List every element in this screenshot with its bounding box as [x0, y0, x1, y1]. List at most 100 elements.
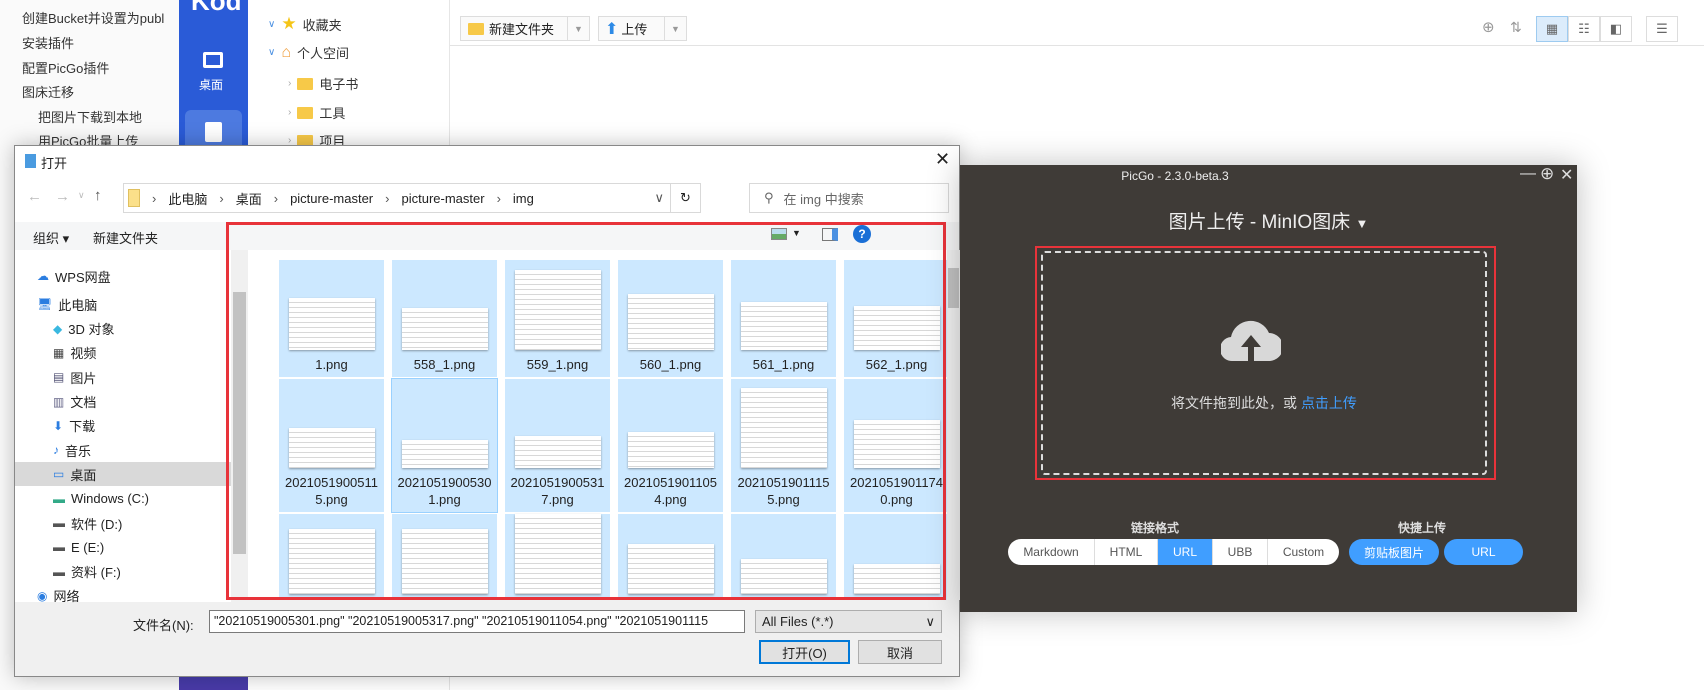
nav-item[interactable]: ▬ 软件 (D:): [53, 511, 122, 535]
sidebar-desktop-label[interactable]: 桌面: [199, 76, 223, 93]
nav-item[interactable]: ▬ E (E:): [53, 535, 104, 559]
view-options-icon[interactable]: [771, 228, 787, 240]
new-folder-button[interactable]: 新建文件夹 ▼: [460, 16, 590, 41]
nav-label: 网络: [53, 589, 80, 605]
minimize-icon[interactable]: —: [1520, 165, 1536, 183]
upload-button[interactable]: ⬆ 上传 ▼: [598, 16, 687, 41]
list-view-icon[interactable]: ☷: [1568, 16, 1600, 42]
nav-item[interactable]: ☁ WPS网盘: [37, 264, 111, 288]
preview-pane-icon[interactable]: [822, 228, 838, 241]
nav-item[interactable]: ▤ 图片: [53, 365, 96, 389]
address-bar[interactable]: › 此电脑 › 桌面 › picture-master › picture-master…: [123, 183, 701, 213]
back-icon[interactable]: ←: [27, 188, 42, 205]
file-tile[interactable]: 20210519011740.png: [844, 379, 947, 512]
nav-item[interactable]: ▭ 桌面: [15, 462, 231, 487]
up-icon[interactable]: ↑: [94, 187, 102, 204]
file-tile[interactable]: 20210519005301.png: [391, 378, 498, 513]
view-dropdown-icon[interactable]: ▼: [792, 228, 801, 238]
nav-label: 此电脑: [58, 297, 98, 313]
nav-item[interactable]: ▥ 文档: [53, 390, 96, 414]
organize-menu[interactable]: 组织 ▾: [33, 228, 69, 247]
outline-item[interactable]: 创建Bucket并设置为publ: [22, 8, 164, 27]
nav-item[interactable]: ▬ Windows (C:): [53, 487, 149, 511]
file-tile[interactable]: 558_1.png: [392, 260, 497, 377]
caret-down-icon: ▼: [1355, 216, 1369, 231]
grid-scrollbar[interactable]: [947, 250, 960, 600]
file-tile[interactable]: [731, 514, 836, 600]
close-icon[interactable]: ✕: [935, 149, 950, 170]
desktop-icon[interactable]: [203, 52, 223, 68]
nav-item[interactable]: ◆ 3D 对象: [53, 317, 114, 341]
file-type-value: All Files (*.*): [762, 614, 834, 629]
file-tile[interactable]: 562_1.png: [844, 260, 947, 377]
dropdown-arrow-icon[interactable]: ▼: [664, 17, 686, 40]
recent-dropdown-icon[interactable]: ∨: [78, 190, 85, 201]
file-tile[interactable]: [618, 514, 723, 600]
breadcrumb-item[interactable]: picture-master: [401, 191, 484, 206]
nav-item[interactable]: ⬇ 下载: [53, 414, 95, 438]
file-tile[interactable]: 20210519005317.png: [505, 379, 610, 512]
dropdown-arrow-icon[interactable]: ▼: [567, 17, 589, 40]
nav-item[interactable]: ▦ 视频: [53, 341, 96, 365]
file-type-select[interactable]: All Files (*.*) ∨: [755, 610, 942, 633]
outline-item[interactable]: 安装插件: [22, 33, 74, 52]
file-tile[interactable]: [505, 514, 610, 600]
grid-view-icon[interactable]: ▦: [1536, 16, 1568, 42]
split-view-icon[interactable]: ◧: [1600, 16, 1632, 42]
url-upload-button[interactable]: URL: [1444, 539, 1523, 565]
grid-scrollbar-thumb[interactable]: [948, 268, 959, 308]
new-folder-button[interactable]: 新建文件夹: [93, 228, 158, 247]
file-tile[interactable]: 20210519005115.png: [279, 379, 384, 512]
address-dropdown-icon[interactable]: ∨: [654, 190, 664, 206]
nav-scrollbar-thumb[interactable]: [233, 292, 246, 554]
file-tile[interactable]: 20210519011054.png: [618, 379, 723, 512]
file-tile[interactable]: [392, 514, 497, 600]
pin-icon[interactable]: ⊕: [1540, 164, 1554, 184]
sort-icon[interactable]: ⇅: [1510, 19, 1522, 36]
outline-item[interactable]: 配置PicGo插件: [22, 58, 109, 77]
breadcrumb-item[interactable]: img: [513, 191, 534, 206]
nav-item[interactable]: ◉ 网络: [37, 584, 80, 608]
forward-icon[interactable]: →: [55, 188, 70, 205]
clipboard-upload-button[interactable]: 剪贴板图片: [1349, 539, 1439, 565]
format-markdown[interactable]: Markdown: [1008, 539, 1095, 565]
file-tile[interactable]: 20210519011155.png: [731, 379, 836, 512]
breadcrumb-item[interactable]: picture-master: [290, 191, 373, 206]
outline-item[interactable]: 把图片下载到本地: [38, 107, 142, 126]
nav-item[interactable]: 🖥 此电脑: [37, 292, 97, 316]
breadcrumb-item[interactable]: 桌面: [236, 189, 262, 208]
cancel-button[interactable]: 取消: [858, 640, 942, 664]
file-tile[interactable]: [844, 514, 947, 600]
format-custom[interactable]: Custom: [1268, 539, 1339, 565]
tree-item-tools[interactable]: › 工具: [288, 103, 345, 122]
outline-item[interactable]: 图床迁移: [22, 82, 74, 101]
tree-label: 电子书: [319, 77, 359, 92]
format-html[interactable]: HTML: [1095, 539, 1158, 565]
file-tile[interactable]: 560_1.png: [618, 260, 723, 377]
tree-item-ebooks[interactable]: › 电子书: [288, 74, 358, 93]
tree-item-personal[interactable]: ∨ ⌂ 个人空间: [268, 43, 349, 62]
file-tile[interactable]: [279, 514, 384, 600]
help-icon[interactable]: ?: [853, 225, 871, 243]
tree-item-favorites[interactable]: ∨ ★ 收藏夹: [268, 14, 342, 34]
file-tile[interactable]: 561_1.png: [731, 260, 836, 377]
zoom-icon[interactable]: ⊕: [1482, 18, 1495, 36]
file-tile[interactable]: 1.png: [279, 260, 384, 377]
format-ubb[interactable]: UBB: [1213, 539, 1268, 565]
nav-label: 下载: [69, 419, 96, 435]
open-button[interactable]: 打开(O): [759, 640, 850, 664]
close-icon[interactable]: ✕: [1560, 165, 1573, 185]
nav-scrollbar[interactable]: [231, 250, 248, 602]
filename-input[interactable]: "20210519005301.png" "20210519005317.png…: [209, 610, 745, 633]
file-tile[interactable]: 559_1.png: [505, 260, 610, 377]
breadcrumb-item[interactable]: 此电脑: [168, 189, 207, 208]
outline-icon[interactable]: ☰: [1646, 16, 1678, 42]
chevron-down-icon: ∨: [268, 47, 276, 58]
chevron-right-icon: ›: [288, 107, 292, 118]
nav-item[interactable]: ♪ 音乐: [53, 438, 91, 462]
refresh-icon[interactable]: ↻: [670, 184, 700, 212]
nav-item[interactable]: ▬ 资料 (F:): [53, 560, 121, 584]
format-url[interactable]: URL: [1158, 539, 1213, 565]
upload-heading[interactable]: 图片上传 - MinIO图床 ▼: [960, 207, 1577, 234]
search-input[interactable]: ⚲ 在 img 中搜索: [749, 183, 949, 213]
